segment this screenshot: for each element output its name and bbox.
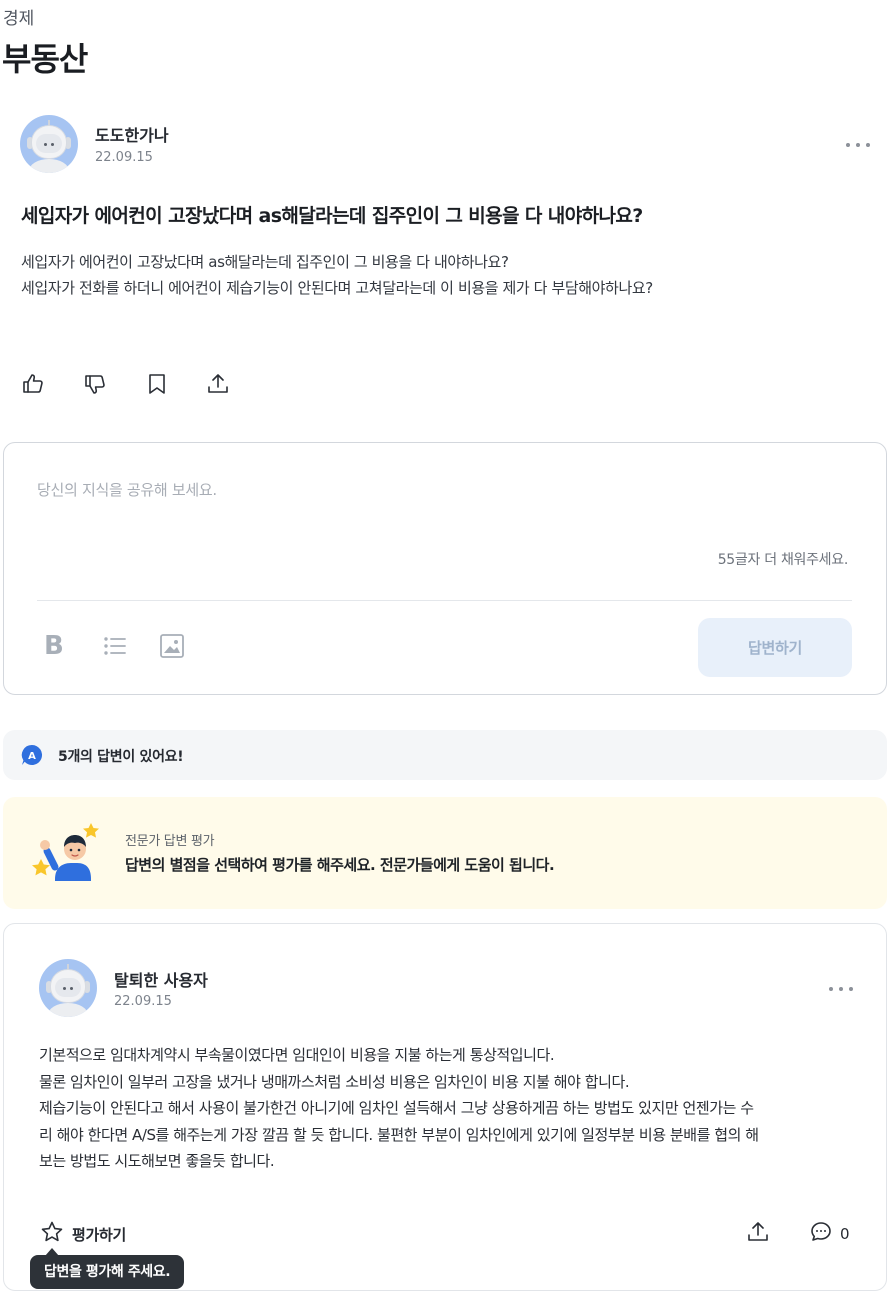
question-body-line: 세입자가 에어컨이 고장났다며 as해달라는데 집주인이 그 비용을 다 내야하… (21, 253, 509, 271)
answer-input[interactable] (37, 479, 847, 539)
char-count-hint: 55글자 더 채워주세요. (717, 552, 849, 568)
expert-waving-illustration (27, 819, 107, 889)
answer-badge-icon: A (21, 744, 43, 766)
question-body-line: 세입자가 전화를 하더니 에어컨이 제습기능이 안된다며 고쳐달라는데 이 비용… (21, 279, 653, 297)
expert-rating-banner: 전문가 답변 평가 답변의 별점을 선택하여 평가를 해주세요. 전문가들에게 … (3, 797, 887, 909)
submit-answer-button[interactable]: 답변하기 (698, 618, 852, 677)
dislike-icon[interactable] (83, 372, 107, 396)
image-icon[interactable] (159, 633, 185, 659)
comment-button[interactable]: 0 (809, 1220, 850, 1248)
question-author-name[interactable]: 도도한가나 (95, 122, 169, 146)
star-icon (40, 1220, 64, 1248)
rate-answer-button[interactable]: 평가하기 (40, 1220, 126, 1248)
answer-body-line: 제습기능이 안된다고 해서 사용이 불가한건 아니기에 임차인 설득해서 그냥 … (39, 1099, 754, 1117)
question-date: 22.09.15 (95, 150, 153, 165)
answer-body-line: 물론 임차인이 일부러 고장을 냈거나 냉매까스처럼 소비성 비용은 임차인이 … (39, 1072, 630, 1091)
answer-card: 탈퇴한 사용자 22.09.15 기본적으로 임대차계약시 부속물이였다면 임대… (3, 923, 887, 1291)
answer-count-bar: A 5개의 답변이 있어요! (3, 730, 887, 780)
bookmark-icon[interactable] (145, 372, 169, 396)
answer-count-text: 5개의 답변이 있어요! (58, 749, 184, 765)
answer-date: 22.09.15 (114, 994, 172, 1009)
comment-count: 0 (840, 1225, 850, 1243)
answer-body-line: 리 해야 한다면 A/S를 해주는게 가장 깔끔 할 듯 합니다. 불편한 부분… (39, 1125, 759, 1144)
bold-icon[interactable]: B (44, 633, 70, 659)
answer-badge-letter: A (28, 751, 36, 762)
comment-icon (809, 1220, 833, 1248)
breadcrumb[interactable]: 경제 (3, 4, 34, 29)
answer-author-avatar[interactable] (39, 959, 97, 1017)
answer-more-icon[interactable] (829, 984, 853, 994)
list-icon[interactable] (102, 633, 128, 659)
question-more-icon[interactable] (846, 140, 870, 150)
answer-editor: 55글자 더 채워주세요. B 답변하기 (3, 442, 887, 695)
like-icon[interactable] (21, 372, 45, 396)
expert-rating-description: 답변의 별점을 선택하여 평가를 해주세요. 전문가들에게 도움이 됩니다. (125, 856, 555, 874)
share-icon[interactable] (206, 372, 230, 396)
answer-body: 기본적으로 임대차계약시 부속물이였다면 임대인이 비용을 지불 하는게 통상적… (39, 1042, 759, 1175)
question-author-avatar[interactable] (20, 115, 78, 173)
page-title: 부동산 (2, 40, 88, 78)
rate-answer-label: 평가하기 (72, 1225, 127, 1244)
answer-author-name[interactable]: 탈퇴한 사용자 (114, 967, 208, 991)
answer-body-line: 기본적으로 임대차계약시 부속물이였다면 임대인이 비용을 지불 하는게 통상적… (39, 1046, 555, 1064)
question-title: 세입자가 에어컨이 고장났다며 as해달라는데 집주인이 그 비용을 다 내야하… (21, 205, 643, 227)
editor-divider (37, 600, 852, 601)
answer-share-icon[interactable] (746, 1220, 770, 1244)
question-body: 세입자가 에어컨이 고장났다며 as해달라는데 집주인이 그 비용을 다 내야하… (21, 249, 653, 301)
rate-tooltip: 답변을 평가해 주세요. (30, 1255, 185, 1289)
answer-body-line: 보는 방법도 시도해보면 좋을듯 합니다. (39, 1152, 275, 1170)
expert-rating-title: 전문가 답변 평가 (125, 834, 215, 849)
